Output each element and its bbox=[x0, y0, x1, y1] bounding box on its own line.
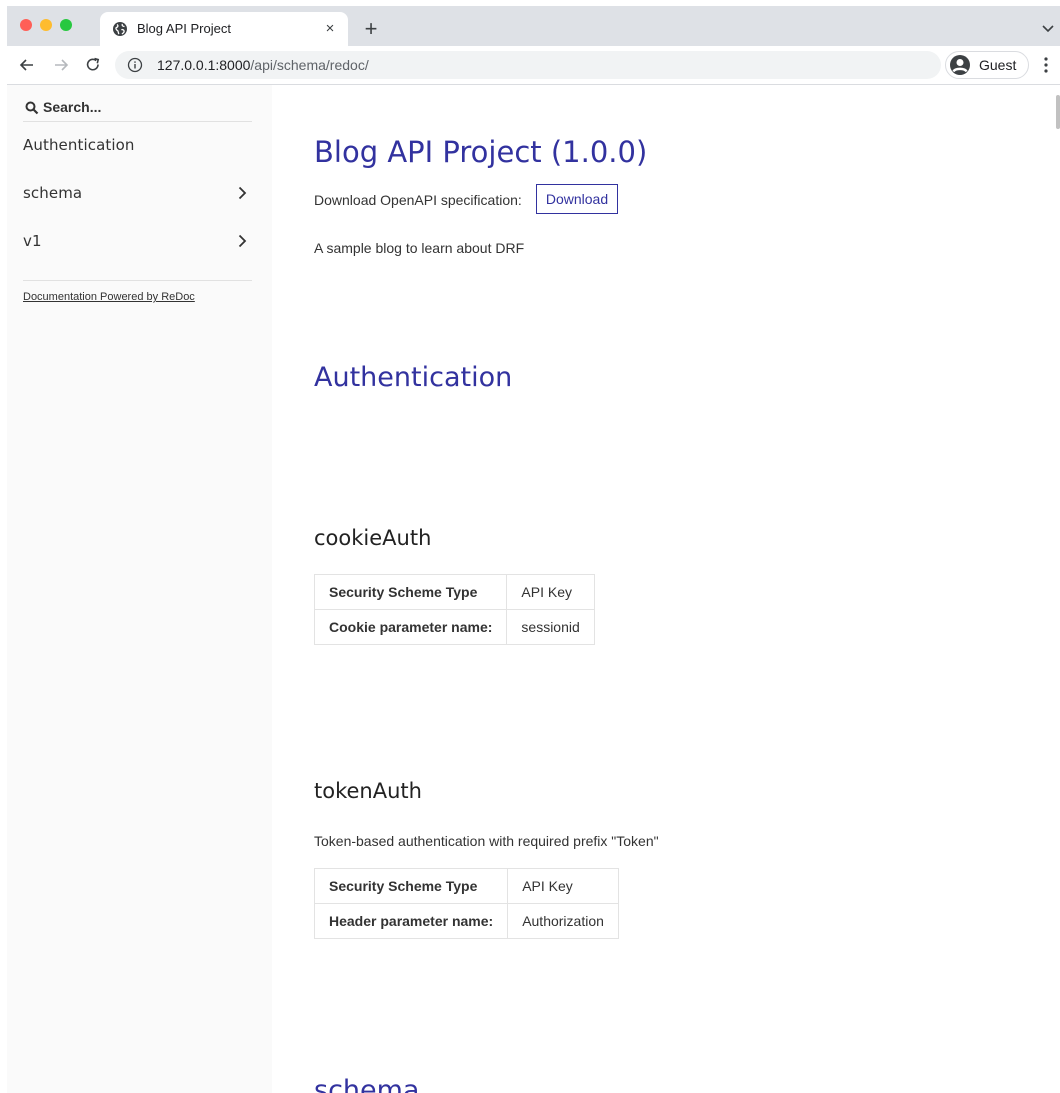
browser-toolbar: 127.0.0.1:8000/api/schema/redoc/ Guest bbox=[7, 46, 1060, 85]
table-row: Security Scheme Type API Key bbox=[313, 574, 595, 610]
table-key: Security Scheme Type bbox=[313, 868, 509, 904]
more-vertical-icon[interactable] bbox=[1038, 56, 1054, 74]
minimize-window-button[interactable] bbox=[40, 19, 52, 31]
scheme-heading-tokenauth: tokenAuth bbox=[314, 779, 422, 803]
tab-strip: Blog API Project × + bbox=[7, 6, 1060, 46]
sidebar-item-schema[interactable]: schema bbox=[7, 173, 272, 213]
globe-icon bbox=[113, 22, 127, 36]
new-tab-button[interactable]: + bbox=[360, 18, 382, 40]
browser-window: Blog API Project × + 127.0.0.1:8000/api/… bbox=[7, 6, 1060, 1093]
scheme-table-tokenauth: Security Scheme Type API Key Header para… bbox=[313, 868, 619, 939]
sidebar-item-label: Authentication bbox=[23, 136, 135, 154]
sidebar-item-label: v1 bbox=[23, 232, 42, 250]
browser-tab[interactable]: Blog API Project × bbox=[100, 12, 348, 46]
url-path: /api/schema/redoc/ bbox=[250, 57, 369, 73]
search-input[interactable] bbox=[43, 97, 243, 117]
main-content: Blog API Project (1.0.0) Download OpenAP… bbox=[272, 85, 1060, 1093]
chevron-right-icon bbox=[238, 234, 247, 248]
sidebar: Authentication schema v1 Documentation P… bbox=[7, 85, 272, 1093]
table-value: Authorization bbox=[507, 903, 619, 939]
search-icon bbox=[25, 101, 39, 115]
zoom-window-button[interactable] bbox=[60, 19, 72, 31]
chevron-right-icon bbox=[238, 186, 247, 200]
tab-close-button[interactable]: × bbox=[320, 19, 340, 39]
url-host: 127.0.0.1:8000 bbox=[157, 57, 251, 73]
reload-icon[interactable] bbox=[83, 55, 103, 75]
table-row: Header parameter name: Authorization bbox=[313, 903, 619, 939]
sidebar-item-authentication[interactable]: Authentication bbox=[7, 125, 272, 165]
download-label: Download OpenAPI specification: bbox=[314, 192, 522, 208]
address-bar[interactable]: 127.0.0.1:8000/api/schema/redoc/ bbox=[115, 51, 941, 79]
sidebar-item-v1[interactable]: v1 bbox=[7, 221, 272, 261]
profile-label: Guest bbox=[979, 57, 1017, 73]
table-row: Security Scheme Type API Key bbox=[313, 868, 619, 904]
powered-by-redoc-link[interactable]: Documentation Powered by ReDoc bbox=[23, 291, 195, 303]
avatar-icon bbox=[950, 55, 970, 75]
section-heading-schema: schema bbox=[314, 1075, 420, 1093]
table-value: sessionid bbox=[506, 609, 595, 645]
scheme-heading-cookieauth: cookieAuth bbox=[314, 526, 432, 550]
table-row: Cookie parameter name: sessionid bbox=[313, 609, 595, 645]
close-window-button[interactable] bbox=[20, 19, 32, 31]
table-key: Header parameter name: bbox=[313, 903, 509, 939]
profile-button[interactable]: Guest bbox=[945, 51, 1029, 79]
table-value: API Key bbox=[506, 574, 595, 610]
sidebar-divider bbox=[23, 280, 252, 281]
table-value: API Key bbox=[507, 868, 619, 904]
download-button[interactable]: Download bbox=[536, 184, 618, 214]
api-description: A sample blog to learn about DRF bbox=[314, 240, 525, 256]
url-text[interactable]: 127.0.0.1:8000/api/schema/redoc/ bbox=[157, 57, 369, 73]
search-box bbox=[23, 91, 252, 122]
table-key: Cookie parameter name: bbox=[313, 609, 508, 645]
table-key: Security Scheme Type bbox=[313, 574, 508, 610]
tab-title: Blog API Project bbox=[137, 21, 231, 36]
api-title: Blog API Project (1.0.0) bbox=[314, 135, 648, 169]
back-arrow-icon[interactable] bbox=[17, 55, 37, 75]
section-heading-authentication: Authentication bbox=[314, 362, 513, 393]
info-icon[interactable] bbox=[127, 57, 143, 73]
page-viewport: Authentication schema v1 Documentation P… bbox=[7, 85, 1060, 1093]
scheme-table-cookieauth: Security Scheme Type API Key Cookie para… bbox=[313, 574, 595, 645]
scheme-description-tokenauth: Token-based authentication with required… bbox=[314, 833, 659, 849]
chevron-down-icon[interactable] bbox=[1040, 20, 1056, 36]
scrollbar-thumb[interactable] bbox=[1056, 95, 1060, 129]
sidebar-item-label: schema bbox=[23, 184, 83, 202]
forward-arrow-icon[interactable] bbox=[51, 55, 71, 75]
scrollbar-track[interactable] bbox=[1054, 85, 1060, 1093]
